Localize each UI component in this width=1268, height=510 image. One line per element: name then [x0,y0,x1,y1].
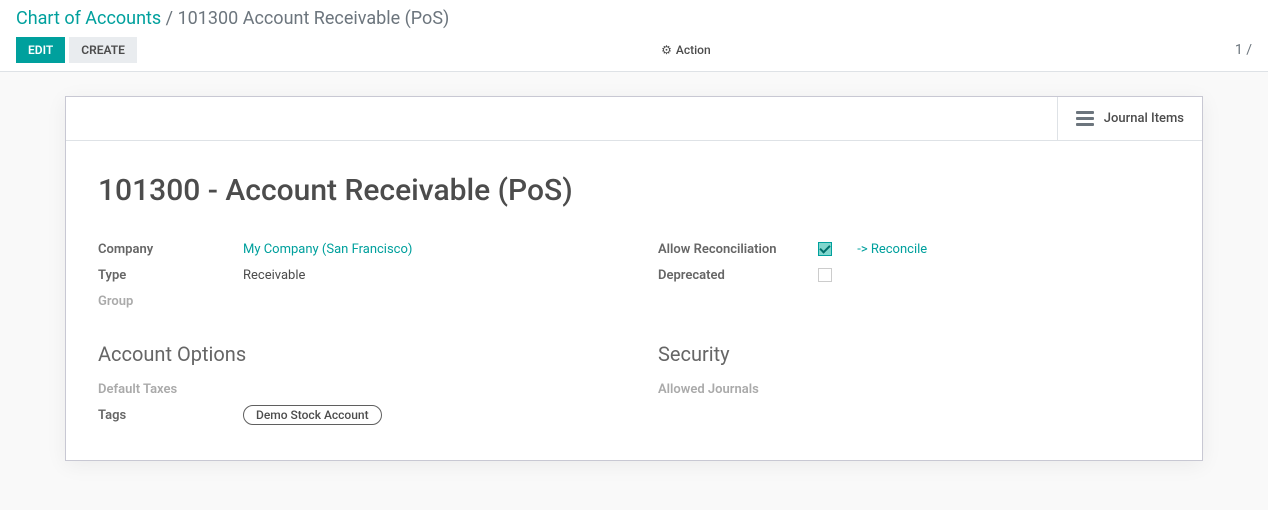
label-default-taxes: Default Taxes [98,382,243,397]
breadcrumb-sep: / [161,8,177,29]
edit-button[interactable]: EDIT [16,37,65,63]
action-label: Action [676,43,711,57]
breadcrumb-root[interactable]: Chart of Accounts [16,8,161,29]
section-security: Security [658,342,1170,366]
label-type: Type [98,268,243,283]
label-deprecated: Deprecated [658,268,818,283]
company-link[interactable]: My Company (San Francisco) [243,242,412,257]
gear-icon: ⚙ [661,43,672,57]
breadcrumb: Chart of Accounts / 101300 Account Recei… [0,0,1268,29]
page-title: 101300 - Account Receivable (PoS) [98,173,1170,208]
label-group: Group [98,294,243,309]
form-sheet: Journal Items 101300 - Account Receivabl… [65,96,1203,461]
label-allowed-journals: Allowed Journals [658,382,818,397]
create-button[interactable]: CREATE [69,37,137,63]
value-type: Receivable [243,268,610,283]
label-company: Company [98,242,243,257]
action-dropdown[interactable]: ⚙ Action [649,37,723,63]
section-account-options: Account Options [98,342,610,366]
journal-items-label: Journal Items [1104,111,1184,126]
value-tags: Demo Stock Account [243,405,610,425]
breadcrumb-current: 101300 Account Receivable (PoS) [178,8,450,29]
label-allow-reconciliation: Allow Reconciliation [658,242,818,257]
list-icon [1076,111,1094,126]
allow-reconciliation-checkbox[interactable] [818,242,832,256]
journal-items-button[interactable]: Journal Items [1057,97,1202,140]
reconcile-link[interactable]: -> Reconcile [857,242,927,257]
label-tags: Tags [98,408,243,423]
tag-item[interactable]: Demo Stock Account [243,405,382,425]
deprecated-checkbox[interactable] [818,268,832,282]
pager[interactable]: 1 / [1235,42,1252,58]
